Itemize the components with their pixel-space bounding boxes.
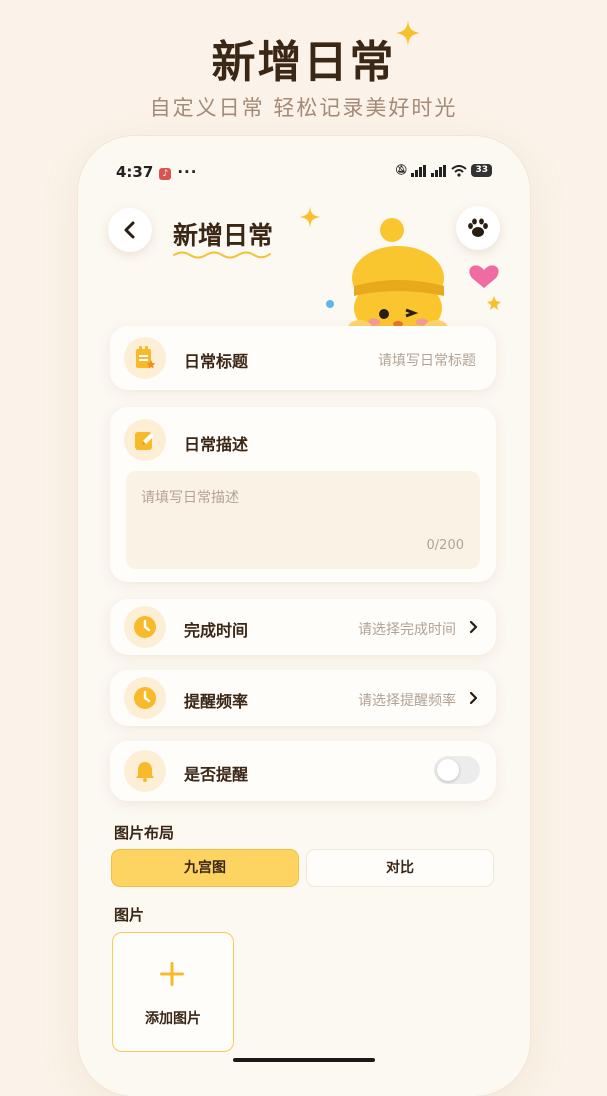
mascot-illustration	[326, 218, 501, 336]
hero-subtitle: 自定义日常 轻松记录美好时光	[149, 96, 458, 120]
title-underline-decoration	[173, 251, 271, 259]
completion-time-value: 请选择完成时间	[358, 622, 456, 638]
chevron-right-icon	[469, 620, 478, 634]
title-field-card[interactable]: 日常标题 请填写日常标题	[110, 326, 496, 390]
description-char-count: 0/200	[426, 538, 464, 553]
clock-icon	[124, 606, 166, 648]
title-field-label: 日常标题	[184, 352, 249, 371]
reminder-frequency-label: 提醒频率	[184, 692, 249, 711]
mute-icon: 🔕︎	[394, 165, 408, 176]
signal-icon	[431, 164, 447, 177]
more-dots-icon: ···	[177, 163, 198, 181]
hero-title: 新增日常	[211, 37, 396, 88]
wifi-icon	[451, 164, 468, 177]
chevron-right-icon	[469, 691, 478, 705]
add-image-label: 添加图片	[145, 1011, 201, 1027]
title-field-input[interactable]: 请填写日常标题	[378, 350, 476, 370]
music-app-icon: ♪	[159, 168, 172, 180]
chevron-left-icon	[124, 221, 135, 239]
notepad-icon	[124, 337, 166, 379]
reminder-toggle-row: 是否提醒	[110, 741, 496, 801]
images-label: 图片	[114, 906, 145, 924]
reminder-toggle-switch[interactable]	[434, 756, 480, 784]
sparkle-icon	[300, 206, 320, 228]
bell-icon	[124, 750, 166, 792]
sparkle-icon	[396, 20, 420, 46]
edit-note-icon	[124, 419, 166, 461]
layout-option-compare[interactable]: 对比	[307, 850, 493, 886]
add-image-button[interactable]: 添加图片	[112, 932, 234, 1052]
description-placeholder: 请填写日常描述	[141, 490, 239, 506]
plus-icon	[160, 962, 184, 986]
image-layout-label: 图片布局	[114, 824, 175, 842]
completion-time-row[interactable]: 完成时间 请选择完成时间	[110, 599, 496, 655]
description-textarea[interactable]: 请填写日常描述 0/200	[126, 471, 480, 569]
status-bar-right: 🔕︎ 33	[395, 164, 492, 177]
toggle-knob	[437, 759, 459, 781]
back-button[interactable]	[108, 208, 152, 252]
reminder-frequency-value: 请选择提醒频率	[358, 693, 456, 709]
reminder-frequency-row[interactable]: 提醒频率 请选择提醒频率	[110, 670, 496, 726]
reminder-toggle-label: 是否提醒	[184, 765, 249, 784]
page-title: 新增日常	[173, 221, 274, 250]
status-bar-left: 4:37 ♪ ···	[116, 163, 197, 181]
signal-icon	[411, 164, 427, 177]
status-time: 4:37	[116, 163, 154, 181]
completion-time-label: 完成时间	[184, 621, 249, 640]
battery-indicator: 33	[471, 164, 492, 177]
phone-frame: 4:37 ♪ ··· 🔕︎ 33 新增日常 日常标题 请填写日常标题 日常描述 …	[78, 136, 530, 1096]
description-field-label: 日常描述	[184, 435, 249, 454]
description-field-card: 日常描述 请填写日常描述 0/200	[110, 407, 496, 582]
layout-option-grid[interactable]: 九宫图	[112, 850, 298, 886]
clock-icon	[124, 677, 166, 719]
home-indicator[interactable]	[233, 1058, 375, 1062]
